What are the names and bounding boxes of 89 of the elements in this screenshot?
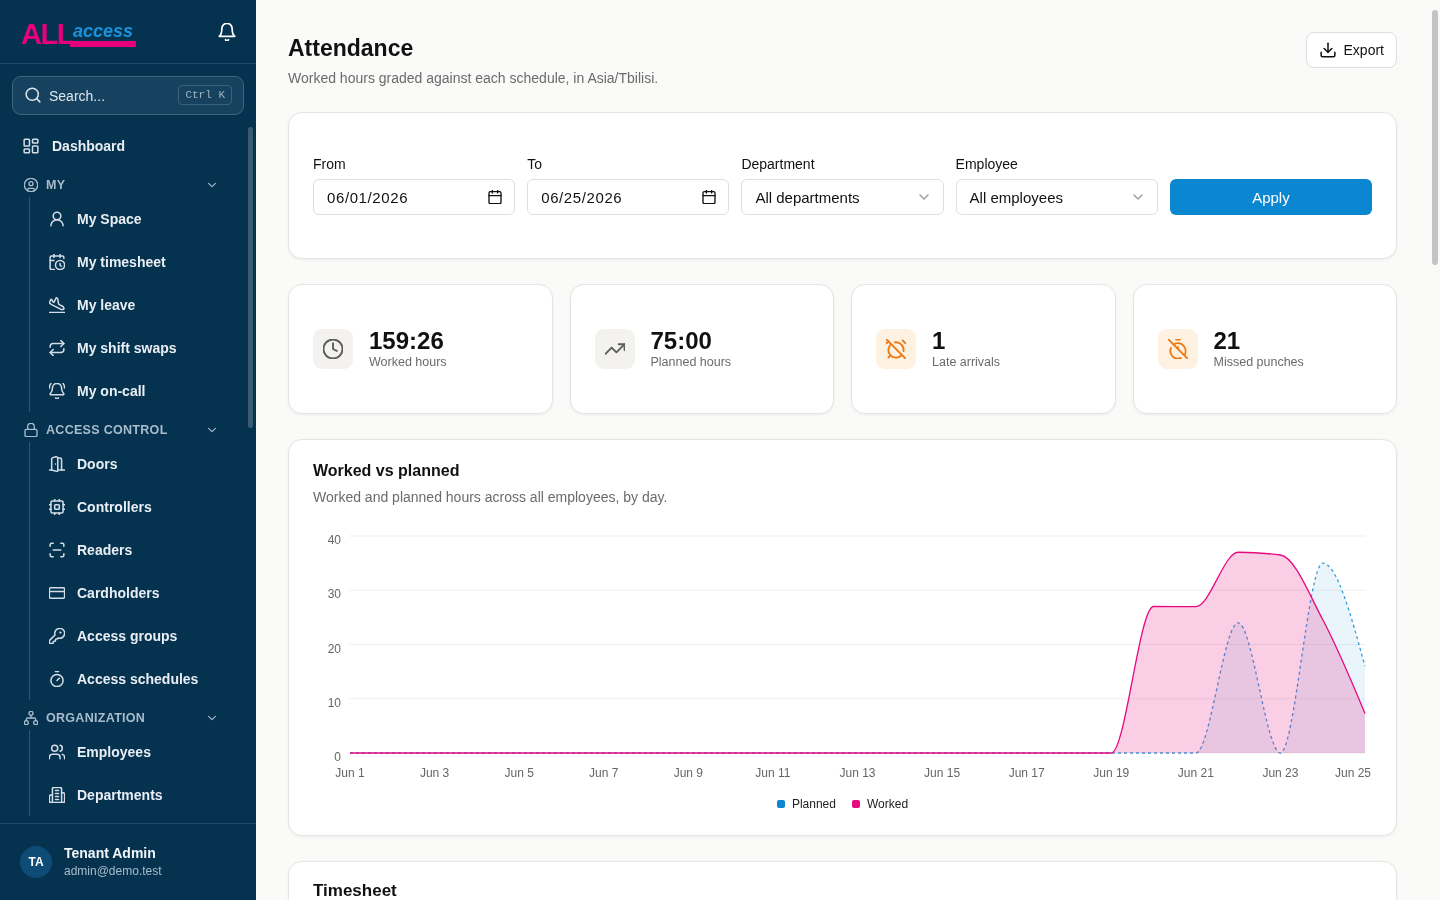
nav-section-header[interactable]: ORGANIZATION <box>12 706 244 730</box>
select-field[interactable]: All departments <box>741 179 944 215</box>
axis-label: 0 <box>334 750 341 764</box>
stat-label: Worked hours <box>369 354 447 370</box>
legend-label: Worked <box>866 796 909 812</box>
field-label: From <box>313 156 347 173</box>
stat-value: 75:00 <box>650 328 713 354</box>
axis-label: Jun 17 <box>1008 766 1045 780</box>
legend-label: Planned <box>791 796 836 812</box>
chart-description: Worked and planned hours across all employees, by day. <box>313 488 669 506</box>
page-subtitle: Worked hours graded against each schedule, in Asia/Tbilisi. <box>288 69 659 88</box>
user-icon <box>49 210 65 227</box>
plane-icon <box>49 296 65 313</box>
stat-value: 1 <box>932 328 947 354</box>
nav-link[interactable]: My Space <box>38 197 244 240</box>
axis-label: 40 <box>327 533 341 547</box>
bell-icon <box>218 22 236 41</box>
repeat-icon <box>49 339 65 356</box>
axis-label: Jun 7 <box>589 766 619 780</box>
shortcut-hint: Ctrl K <box>178 85 232 105</box>
scrollbar[interactable] <box>248 127 253 428</box>
axis-label: 30 <box>327 587 341 602</box>
user-name: Tenant Admin <box>64 845 157 862</box>
field-label: Department <box>741 156 816 173</box>
user-email: admin@demo.test <box>64 864 162 879</box>
stat-label: Late arrivals <box>932 354 1001 370</box>
nav-link[interactable]: Employees <box>38 730 244 773</box>
apply-button[interactable]: Apply <box>1169 179 1372 215</box>
stat-value: 21 <box>1213 328 1242 354</box>
section-title: Timesheet <box>313 882 398 899</box>
axis-label: Jun 23 <box>1262 766 1299 780</box>
card-icon <box>49 584 65 601</box>
calendar-icon <box>488 190 503 204</box>
nav-link[interactable]: My leave <box>38 283 244 326</box>
nav-link[interactable]: Readers <box>38 528 244 571</box>
calendar-clock-icon <box>49 253 65 270</box>
nav-section-header[interactable]: MY <box>12 173 244 197</box>
axis-label: Jun 25 <box>1334 766 1371 780</box>
calendar-icon <box>702 190 717 204</box>
chart-title: Worked vs planned <box>313 461 461 481</box>
axis-label: 20 <box>327 641 341 656</box>
hierarchy-icon <box>24 711 38 725</box>
stopwatch-icon <box>49 670 65 687</box>
field-label: Employee <box>955 156 1019 173</box>
nav-link[interactable]: My timesheet <box>38 240 244 283</box>
nav-link[interactable]: Access schedules <box>38 657 244 700</box>
axis-label: Jun 13 <box>839 766 876 780</box>
nav-link[interactable]: My on-call <box>38 369 244 412</box>
axis-label: Jun 1 <box>335 766 365 780</box>
notifications-button[interactable] <box>218 22 236 41</box>
field-label: To <box>527 156 543 173</box>
date-field[interactable]: 06/25/2026 <box>527 179 730 215</box>
avatar: TA <box>20 846 52 878</box>
select-field[interactable]: All employees <box>955 179 1158 215</box>
chip-icon <box>49 498 65 515</box>
export-button[interactable]: Export <box>1305 32 1397 68</box>
stat-label: Planned hours <box>650 354 732 370</box>
axis-label: Jun 3 <box>419 766 450 780</box>
ringing-bell-icon <box>49 382 65 399</box>
lock-icon <box>24 423 38 437</box>
axis-label: Jun 5 <box>504 766 534 780</box>
grid-icon <box>23 138 39 154</box>
nav-link[interactable]: Controllers <box>38 485 244 528</box>
door-icon <box>49 455 65 472</box>
nav-link[interactable]: My shift swaps <box>38 326 244 369</box>
building-icon <box>49 786 65 803</box>
nav-link[interactable]: Doors <box>38 442 244 485</box>
axis-label: Jun 9 <box>673 766 703 780</box>
axis-label: Jun 11 <box>755 766 791 780</box>
stat-value: 159:26 <box>369 328 445 354</box>
nav-link[interactable]: Dashboard <box>12 126 244 166</box>
stat-label: Missed punches <box>1213 354 1304 370</box>
scan-icon <box>49 541 65 558</box>
user-circle-icon <box>24 178 38 192</box>
page-title: Attendance <box>288 34 415 62</box>
nav-link[interactable]: Cardholders <box>38 571 244 614</box>
axis-label: Jun 15 <box>924 766 961 780</box>
axis-label: Jun 21 <box>1177 766 1214 780</box>
nav-link[interactable]: Departments <box>38 773 244 816</box>
axis-label: Jun 19 <box>1093 766 1130 780</box>
key-icon <box>49 627 65 644</box>
scrollbar[interactable] <box>1431 10 1438 265</box>
search-icon <box>25 87 41 103</box>
nav-section-header[interactable]: ACCESS CONTROL <box>12 418 244 442</box>
nav-link[interactable]: Access groups <box>38 614 244 657</box>
download-icon <box>1319 42 1336 58</box>
axis-label: 10 <box>327 695 341 710</box>
date-field[interactable]: 06/01/2026 <box>313 179 516 215</box>
people-icon <box>49 743 65 760</box>
